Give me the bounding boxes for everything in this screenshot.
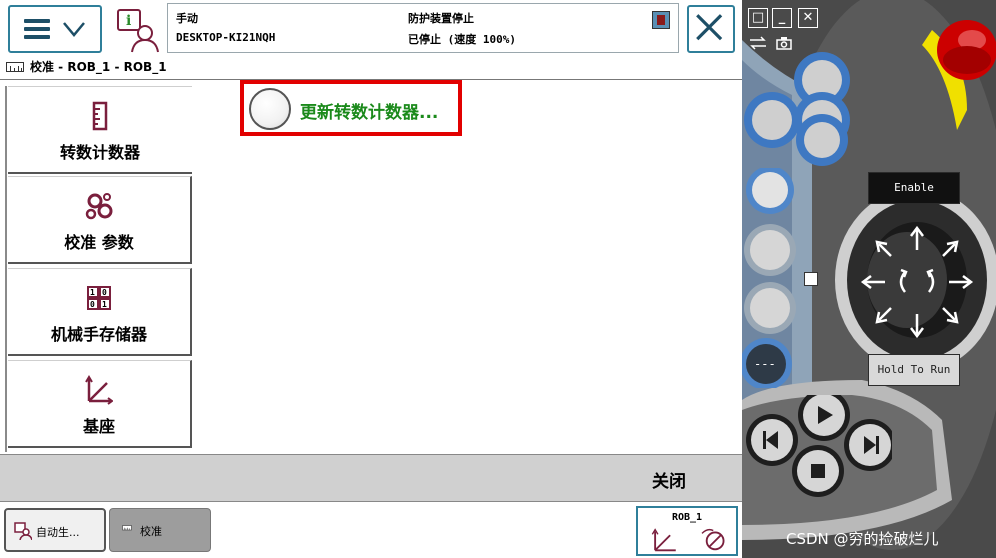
step-backward-button[interactable]: [750, 418, 794, 462]
enable-device-label[interactable]: Enable: [868, 172, 960, 204]
watermark: CSDN @穷的捡破烂儿: [786, 530, 939, 548]
update-radio-button[interactable]: [249, 88, 291, 130]
minimize-pendant-button[interactable]: □: [748, 8, 768, 28]
close-button-label: 关闭: [652, 472, 686, 492]
toggle-motion-mode-button[interactable]: [744, 226, 796, 278]
jog-coordinate-icon: [651, 528, 725, 552]
hold-to-run-button[interactable]: Hold To Run: [868, 354, 960, 386]
flexpendant-screen: i 手动 DESKTOP-KI21NQH 防护装置停止 已停止 (速度 100%…: [0, 0, 742, 558]
programmable-key-1[interactable]: [802, 60, 842, 100]
close-pendant-button[interactable]: ✕: [798, 8, 818, 28]
svg-text:1: 1: [90, 288, 95, 297]
close-icon: [696, 14, 723, 41]
pendant-hardware-panel: □ _ ✕ --- Enable Hold To Run CSDN @穷的捡破烂…: [742, 0, 996, 558]
nav-divider: [5, 86, 7, 452]
nav-tab-label: 校准 参数: [64, 233, 134, 252]
svg-text:i: i: [126, 13, 131, 29]
svg-text:1: 1: [102, 300, 107, 309]
nav-tab-calibration-parameters[interactable]: 校准 参数: [8, 176, 192, 264]
stop-button[interactable]: [796, 450, 840, 494]
close-button[interactable]: 关闭: [592, 455, 742, 501]
revolution-counter-icon: [92, 101, 108, 131]
nav-tab-smb-memory[interactable]: 1 0 0 1 机械手存储器: [8, 268, 192, 356]
run-status: 已停止 (速度 100%): [408, 33, 516, 46]
update-revolution-counters-highlight: 更新转数计数器...: [240, 80, 462, 136]
gears-icon: [85, 193, 113, 220]
nav-tab-revolution-counters[interactable]: 转数计数器: [8, 86, 192, 174]
taskbar-label: 校准: [140, 525, 162, 538]
joystick-icon[interactable]: [857, 222, 977, 342]
mechanical-unit-label: ROB_1: [671, 512, 703, 523]
nav-tab-label: 基座: [82, 417, 115, 436]
taskbar-label: 自动生...: [36, 526, 80, 539]
svg-text:0: 0: [102, 288, 107, 297]
nav-tab-base-frame[interactable]: 基座: [8, 360, 192, 448]
operating-mode: 手动: [176, 12, 198, 25]
screen-connector-icon: [804, 272, 818, 286]
svg-text:0: 0: [90, 300, 95, 309]
camera-icon[interactable]: [776, 36, 792, 50]
production-icon: [14, 522, 32, 540]
chevron-down-icon: [63, 22, 85, 37]
top-bar: i 手动 DESKTOP-KI21NQH 防护装置停止 已停止 (速度 100%…: [0, 0, 742, 56]
main-menu-button[interactable]: [8, 5, 102, 53]
update-revolution-counters-link[interactable]: 更新转数计数器...: [300, 98, 438, 123]
programmable-key-2[interactable]: [752, 100, 792, 140]
taskbar-auto-generate[interactable]: 自动生...: [4, 508, 106, 552]
memory-icon: 1 0 0 1: [87, 286, 111, 310]
enable-label: Enable: [894, 181, 934, 194]
swap-icon[interactable]: [748, 36, 768, 50]
taskbar-calibration[interactable]: 校准: [109, 508, 211, 552]
calibration-icon: [122, 525, 132, 531]
hamburger-icon: [24, 19, 50, 39]
window-title-bar: 校准 - ROB_1 - ROB_1: [0, 56, 742, 80]
start-button[interactable]: [802, 394, 846, 438]
minimize-button[interactable]: _: [772, 8, 792, 28]
hold-to-run-label: Hold To Run: [877, 363, 951, 376]
nav-tab-label: 机械手存储器: [50, 325, 147, 344]
emergency-stop-button[interactable]: [938, 22, 996, 80]
status-bar[interactable]: 手动 DESKTOP-KI21NQH 防护装置停止 已停止 (速度 100%): [167, 3, 679, 53]
toggle-axis-button[interactable]: [744, 284, 796, 336]
base-frame-icon: [85, 375, 113, 405]
step-forward-button[interactable]: [848, 424, 892, 468]
quickset-mechanical-unit-button[interactable]: ROB_1: [636, 506, 738, 556]
event-log-icon: [652, 11, 670, 29]
toggle-increment-button[interactable]: [742, 338, 794, 390]
programmable-key-4[interactable]: [802, 120, 842, 160]
production-window-icon[interactable]: i: [112, 6, 162, 54]
calibration-icon: [6, 62, 24, 72]
safety-status: 防护装置停止: [408, 12, 474, 25]
nav-tab-label: 转数计数器: [59, 143, 140, 162]
window-title: 校准 - ROB_1 - ROB_1: [30, 60, 167, 74]
close-window-button[interactable]: [687, 5, 735, 53]
controller-name: DESKTOP-KI21NQH: [176, 31, 276, 44]
taskbar: 自动生... 校准: [0, 502, 742, 558]
select-mechanical-unit-button[interactable]: [746, 172, 794, 216]
command-bar: 关闭: [0, 454, 742, 502]
